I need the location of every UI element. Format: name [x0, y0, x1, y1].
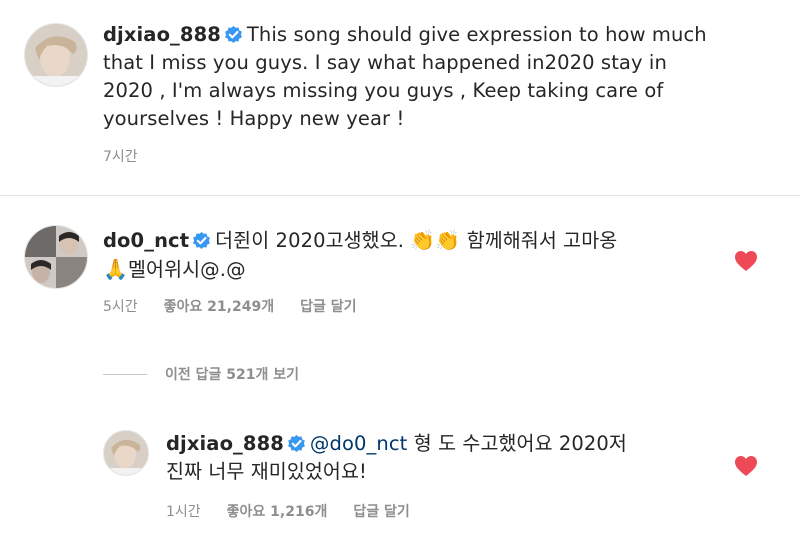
verified-badge-icon [193, 231, 211, 250]
caption-time[interactable]: 7시간 [103, 149, 138, 165]
comment-text-part-2: 함께해줘서 고마옹 [466, 229, 618, 252]
caption-username[interactable]: djxiao_888 [103, 23, 221, 46]
comment-text: do0_nct 더쥔이 2020고생했오. 👏👏 함께해줘서 고마옹 🙏멜어위시@… [103, 226, 743, 284]
reply-avatar[interactable] [103, 430, 149, 476]
caption-line-3: 2020 , I'm always missing you guys , Kee… [103, 79, 664, 102]
view-replies-button[interactable]: 이전 답글 521개 보기 [103, 364, 299, 384]
divider [0, 195, 800, 196]
avatar-image [25, 24, 87, 86]
view-replies-label: 이전 답글 521개 보기 [165, 367, 300, 383]
comment-text-part-1: 더쥔이 2020고생했오. [215, 229, 405, 252]
reply-mention-link[interactable]: @do0_nct [310, 432, 408, 455]
reply-text-part-1: 형 도 수고했어요 2020저 [413, 432, 627, 455]
avatar-image [104, 431, 148, 475]
reply-text: djxiao_888 @do0_nct 형 도 수고했어요 2020저 진짜 너무… [166, 430, 726, 486]
heart-icon[interactable] [734, 455, 758, 477]
clapping-hands-icon: 👏👏 [410, 228, 461, 252]
caption-text: djxiao_888 This song should give expressi… [103, 21, 783, 133]
caption-line-2: that I miss you guys. I say what happene… [103, 51, 667, 74]
view-replies-line [103, 373, 147, 375]
reply-likes[interactable]: 좋아요 1,216개 [227, 504, 328, 520]
folded-hands-icon: 🙏 [103, 257, 129, 281]
caption-line-4: yourselves ! Happy new year ! [103, 107, 405, 130]
comment-username[interactable]: do0_nct [103, 229, 189, 252]
avatar-image [25, 226, 87, 288]
comment-likes[interactable]: 좋아요 21,249개 [164, 299, 274, 315]
heart-icon[interactable] [734, 250, 758, 272]
reply-reply-button[interactable]: 답글 달기 [353, 504, 409, 520]
caption-line-1: This song should give expression to how … [246, 23, 707, 46]
reply-time[interactable]: 1시간 [166, 504, 201, 520]
comment-reply-button[interactable]: 답글 달기 [300, 299, 356, 315]
caption-avatar[interactable] [24, 23, 88, 87]
verified-badge-icon [288, 434, 305, 453]
verified-badge-icon [225, 25, 242, 44]
reply-line-2: 진짜 너무 재미있었어요! [166, 460, 367, 483]
comment-avatar[interactable] [24, 225, 88, 289]
comment-time[interactable]: 5시간 [103, 299, 138, 315]
caption-meta: 7시간 [103, 146, 164, 166]
reply-meta: 1시간 좋아요 1,216개 답글 달기 [166, 501, 436, 521]
reply-username[interactable]: djxiao_888 [166, 432, 284, 455]
comment-meta: 5시간 좋아요 21,249개 답글 달기 [103, 296, 383, 316]
comment-line-2: 멜어위시@.@ [128, 258, 246, 281]
